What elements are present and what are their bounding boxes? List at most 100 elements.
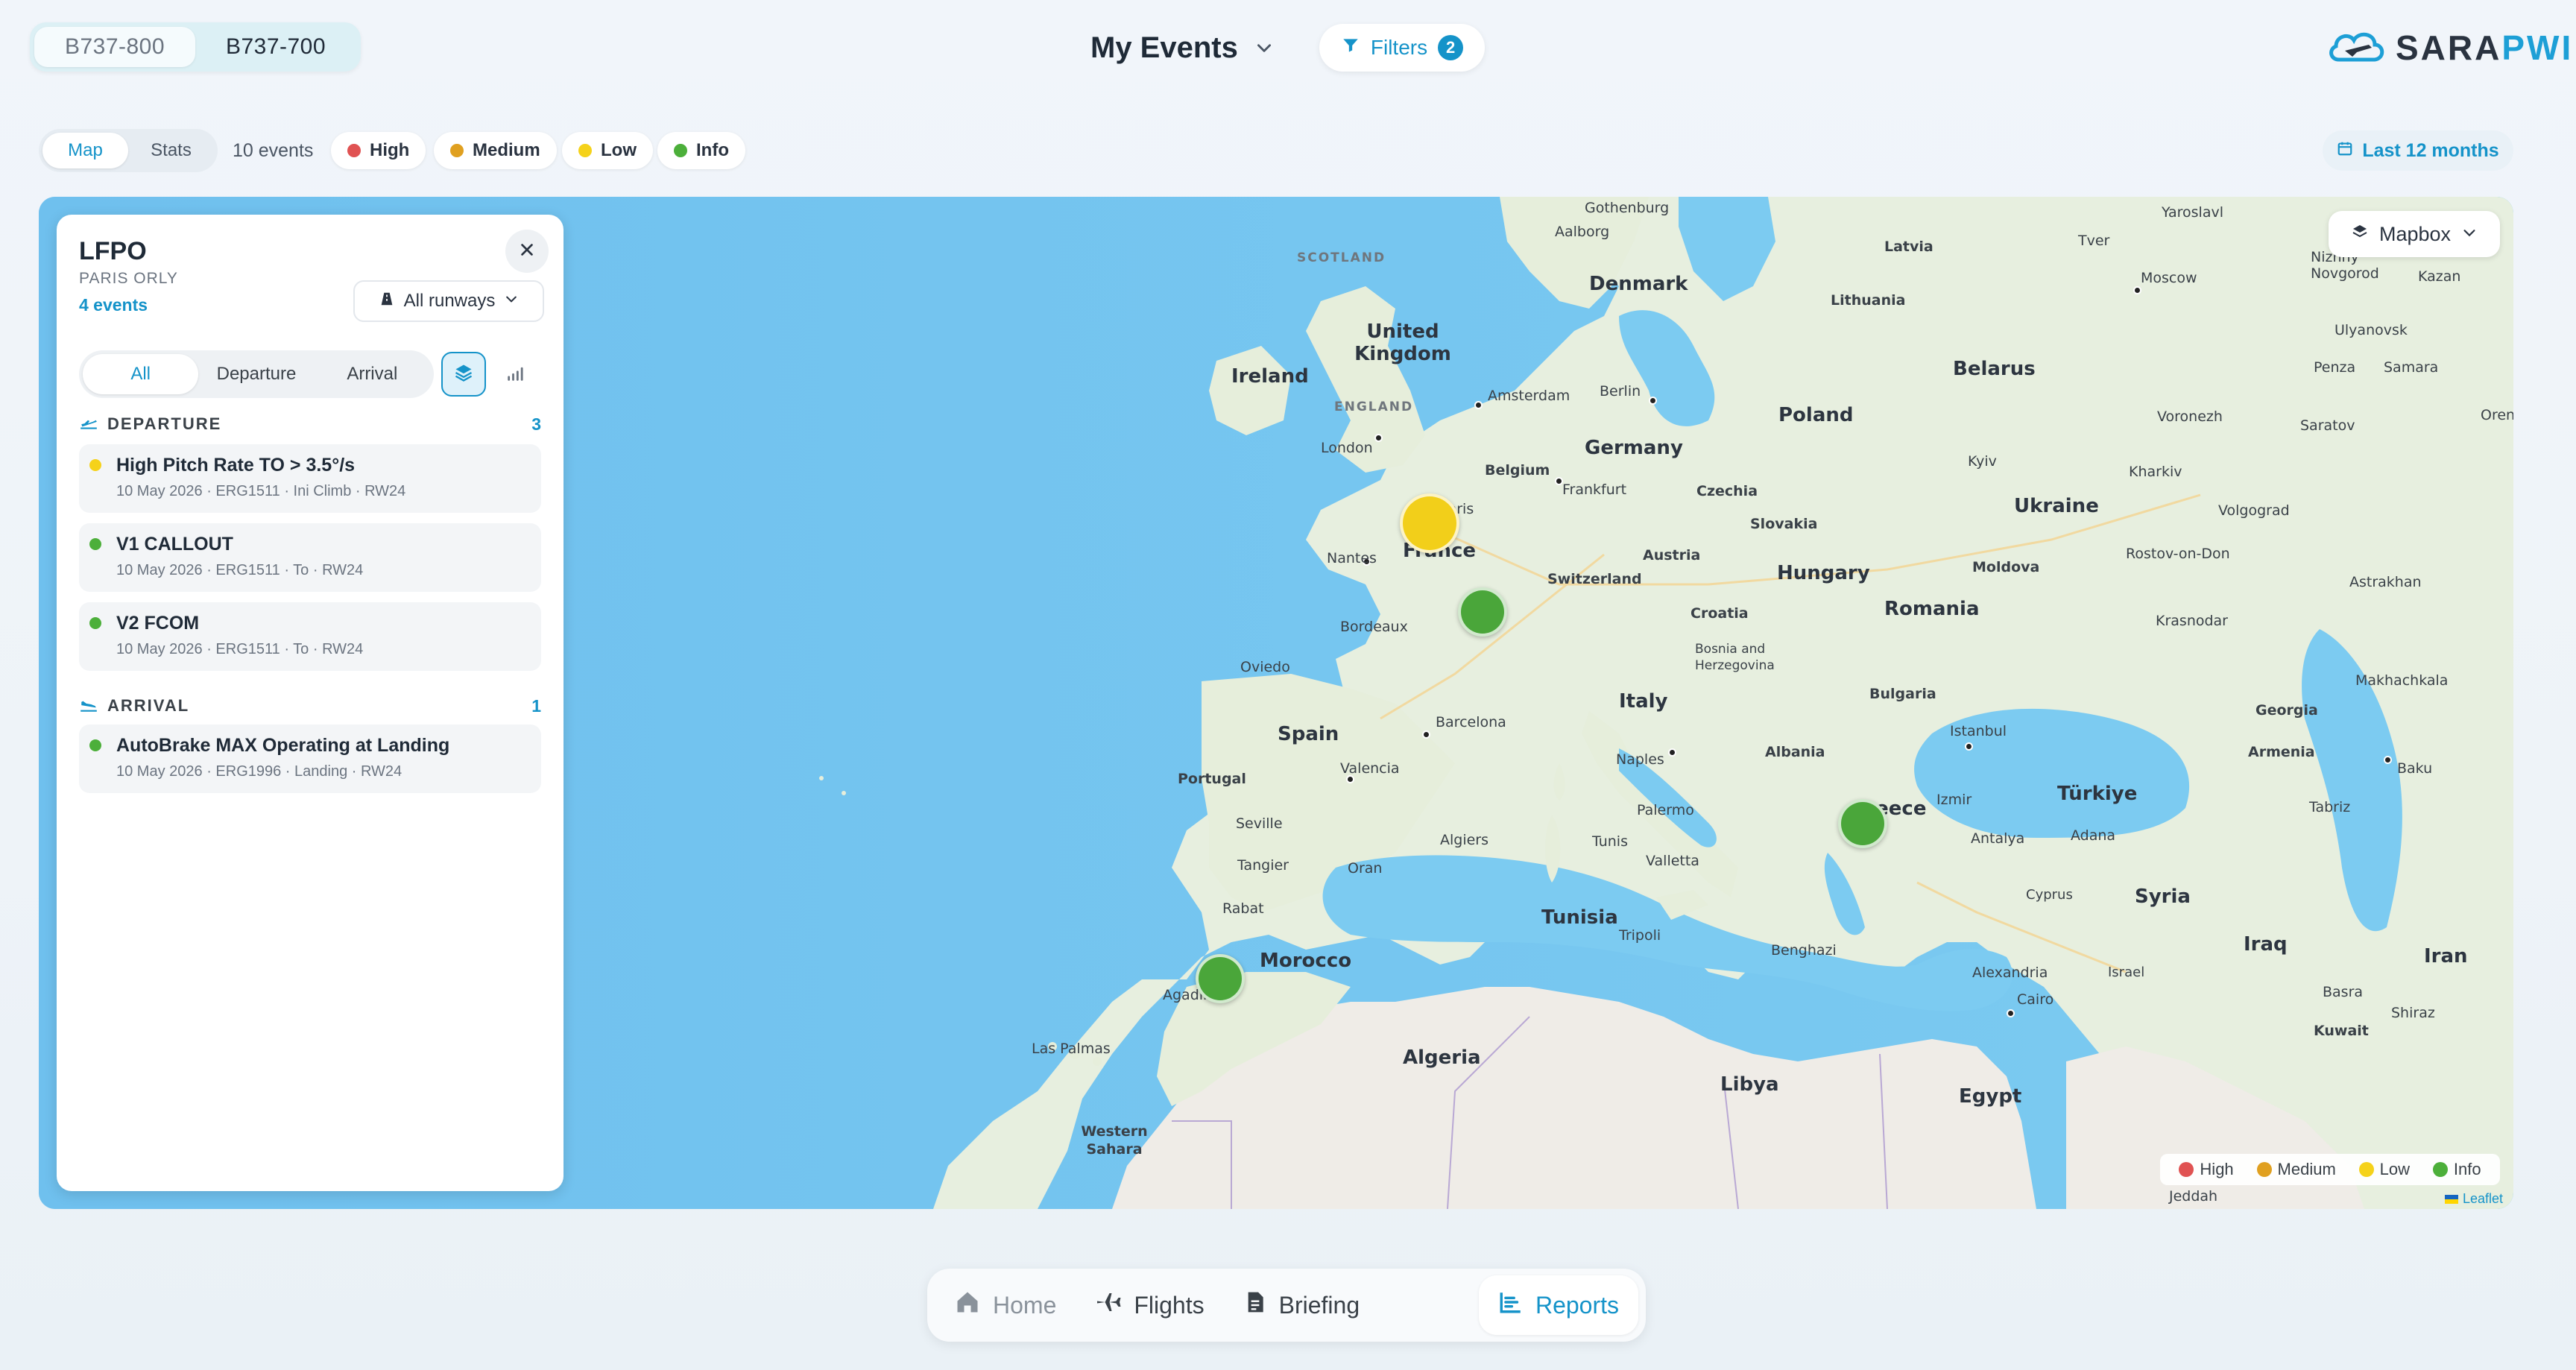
city-dot-cairo	[2007, 1009, 2015, 1017]
label-denmark: Denmark	[1589, 273, 1688, 295]
city-astrakhan: Astrakhan	[2349, 574, 2422, 590]
city-krasnodar: Krasnodar	[2156, 613, 2228, 629]
city-tunis: Tunis	[1592, 833, 1628, 850]
label-latvia: Latvia	[1884, 239, 1933, 255]
label-egypt: Egypt	[1959, 1085, 2022, 1108]
nav-reports[interactable]: Reports	[1478, 1275, 1638, 1335]
label-germany: Germany	[1585, 437, 1683, 459]
filters-count-badge: 2	[1438, 35, 1464, 60]
label-croatia: Croatia	[1690, 605, 1749, 622]
event-card[interactable]: High Pitch Rate TO > 3.5°/s 10 May 2026 …	[79, 444, 541, 513]
tab-departure[interactable]: Departure	[198, 354, 314, 394]
city-dot-berlin	[1649, 397, 1657, 405]
label-albania: Albania	[1765, 744, 1825, 760]
city-oviedo: Oviedo	[1240, 659, 1290, 675]
label-ukraine: Ukraine	[2014, 495, 2099, 517]
label-hungary: Hungary	[1777, 562, 1870, 584]
signal-view-button[interactable]	[493, 352, 538, 397]
legend-high: High	[2179, 1160, 2234, 1179]
label-scotland: SCOTLAND	[1297, 250, 1386, 265]
chevron-down-icon	[1251, 35, 1277, 60]
airport-name: PARIS ORLY	[79, 270, 178, 287]
city-yaroslavl: Yaroslavl	[2162, 204, 2223, 221]
event-marker-lyon[interactable]	[1458, 587, 1507, 637]
layers-icon	[2351, 223, 2369, 246]
label-moldova: Moldova	[1972, 559, 2040, 575]
city-dot-barcelona	[1422, 730, 1430, 739]
label-algeria: Algeria	[1403, 1047, 1481, 1069]
chevron-down-icon	[504, 291, 519, 312]
city-barcelona: Barcelona	[1436, 714, 1506, 730]
aircraft-option-b737-700[interactable]: B737-700	[195, 27, 356, 67]
event-card[interactable]: V1 CALLOUT 10 May 2026 · ERG1511 · To · …	[79, 523, 541, 592]
event-card[interactable]: AutoBrake MAX Operating at Landing 10 Ma…	[79, 725, 541, 793]
chevron-down-icon	[2461, 223, 2478, 246]
filters-button[interactable]: Filters 2	[1319, 24, 1485, 72]
cloud-plane-icon	[2326, 25, 2388, 71]
tab-stats[interactable]: Stats	[128, 133, 214, 168]
map-provider-select[interactable]: Mapbox	[2329, 211, 2500, 257]
event-marker-greece[interactable]	[1838, 799, 1887, 848]
severity-chip-info[interactable]: Info	[657, 132, 745, 169]
city-dot-moscow	[2133, 286, 2141, 294]
label-iraq: Iraq	[2244, 933, 2288, 956]
city-saratov: Saratov	[2300, 417, 2355, 434]
events-link[interactable]: 4 events	[79, 295, 148, 315]
event-marker-morocco[interactable]	[1196, 954, 1245, 1003]
city-rabat: Rabat	[1222, 900, 1264, 917]
city-tabriz: Tabriz	[2309, 799, 2351, 815]
label-bosnia: Bosnia and Herzegovina	[1695, 642, 1775, 673]
filters-label: Filters	[1370, 36, 1428, 59]
period-button[interactable]: Last 12 months	[2323, 130, 2513, 171]
layers-icon	[453, 362, 474, 387]
section-departure: DEPARTURE 3	[79, 411, 541, 437]
label-morocco: Morocco	[1260, 950, 1352, 972]
runway-select[interactable]: All runways	[353, 280, 544, 322]
city-tver: Tver	[2078, 233, 2110, 249]
city-valencia: Valencia	[1340, 760, 1400, 777]
bar-chart-icon	[1498, 1289, 1524, 1321]
app-logo: SARAPWI	[2326, 27, 2573, 69]
city-kazan: Kazan	[2418, 268, 2461, 285]
filter-icon	[1341, 36, 1360, 60]
tab-all[interactable]: All	[83, 354, 199, 394]
layers-view-button[interactable]	[441, 352, 486, 397]
label-libya: Libya	[1720, 1073, 1779, 1096]
close-button[interactable]	[505, 230, 549, 273]
info-dot	[89, 538, 101, 550]
city-frankfurt: Frankfurt	[1562, 482, 1627, 498]
info-dot	[89, 739, 101, 751]
city-kharkiv: Kharkiv	[2129, 464, 2182, 480]
severity-chip-medium[interactable]: Medium	[434, 132, 557, 169]
tab-map[interactable]: Map	[42, 133, 128, 168]
nav-home[interactable]: Home	[935, 1275, 1076, 1335]
calendar-icon	[2337, 140, 2353, 162]
info-dot	[674, 144, 687, 157]
bottom-nav: Home Flights Briefing Reports	[927, 1269, 1646, 1342]
city-london: London	[1321, 440, 1373, 456]
label-united-kingdom: United Kingdom	[1354, 321, 1451, 365]
label-romania: Romania	[1884, 598, 1980, 620]
takeoff-icon	[79, 413, 98, 436]
city-oran: Oran	[1348, 860, 1383, 877]
city-orenburg: Orenburg	[2481, 407, 2513, 423]
city-shiraz: Shiraz	[2391, 1005, 2435, 1021]
city-nantes: Nantes	[1327, 550, 1377, 566]
nav-flights[interactable]: Flights	[1076, 1275, 1223, 1335]
severity-chip-high[interactable]: High	[331, 132, 426, 169]
label-turkiye: Türkiye	[2057, 783, 2138, 805]
nav-briefing[interactable]: Briefing	[1224, 1275, 1380, 1335]
city-tangier: Tangier	[1237, 857, 1289, 874]
event-marker-paris[interactable]	[1400, 493, 1459, 553]
city-voronezh: Voronezh	[2157, 408, 2223, 425]
aircraft-option-b737-800[interactable]: B737-800	[34, 27, 195, 67]
tab-arrival[interactable]: Arrival	[315, 354, 430, 394]
city-valletta: Valletta	[1646, 853, 1699, 869]
city-palermo: Palermo	[1637, 802, 1694, 818]
title-dropdown[interactable]: My Events	[1090, 27, 1277, 69]
severity-chip-low[interactable]: Low	[562, 132, 653, 169]
event-card[interactable]: V2 FCOM 10 May 2026 · ERG1511 · To · RW2…	[79, 602, 541, 671]
label-czechia: Czechia	[1696, 483, 1758, 499]
city-basra: Basra	[2323, 984, 2364, 1000]
map-attribution[interactable]: Leaflet	[2445, 1191, 2503, 1207]
